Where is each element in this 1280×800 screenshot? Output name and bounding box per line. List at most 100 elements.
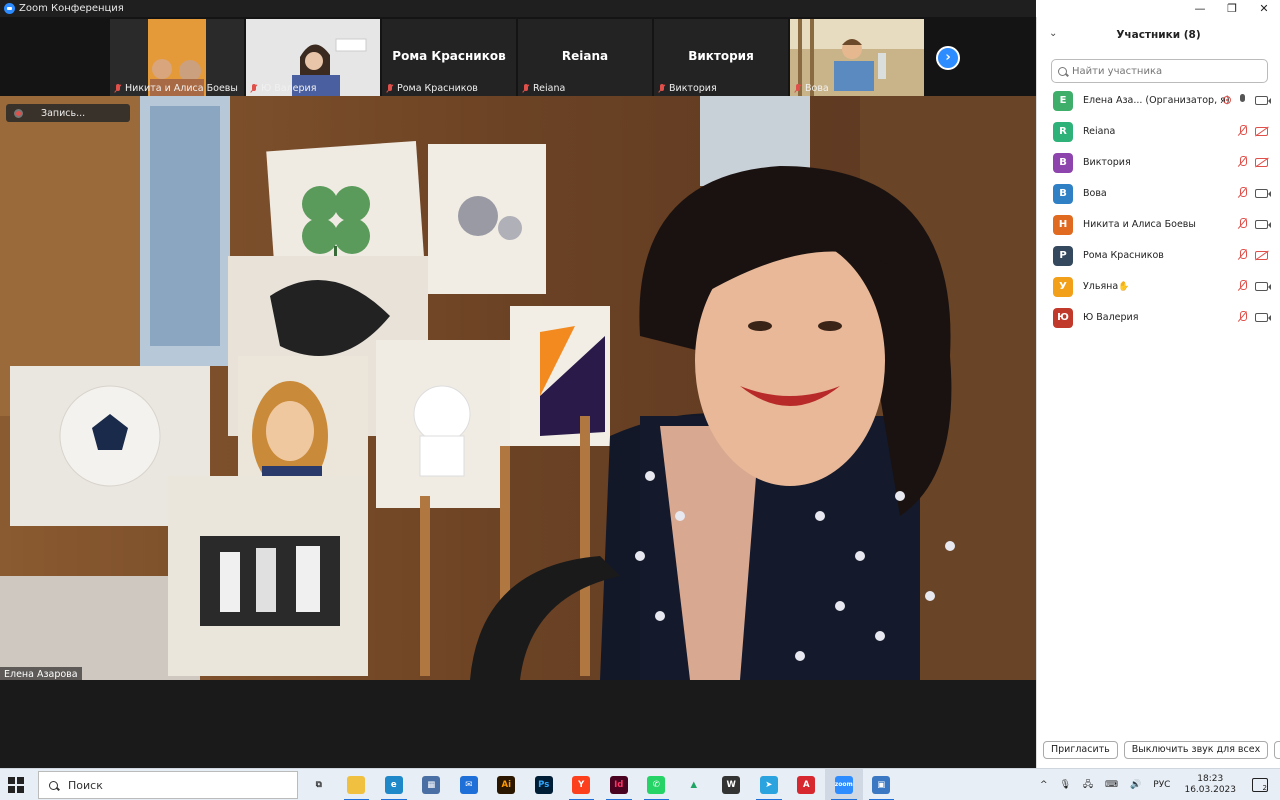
taskbar-app-illustrator[interactable]: Ai: [488, 769, 526, 800]
taskbar-app-acrobat[interactable]: A: [788, 769, 826, 800]
word-app-icon: W: [722, 776, 741, 794]
mic-muted-icon: [794, 84, 802, 93]
clock[interactable]: 18:23 16.03.2023: [1184, 774, 1236, 796]
calculator-icon: ▦: [422, 776, 441, 794]
participant-search-input[interactable]: [1072, 65, 1252, 77]
file-explorer-icon: [347, 776, 366, 794]
close-button[interactable]: ✕: [1248, 2, 1280, 15]
taskbar-app-whatsapp[interactable]: ✆: [638, 769, 676, 800]
avatar: R: [1053, 121, 1073, 142]
participant-status-icons: [1237, 187, 1271, 199]
participants-list: Е Елена Аза... (Организатор, я) R Reiana В Ви…: [1037, 85, 1280, 333]
participant-row[interactable]: Р Рома Красников: [1037, 240, 1280, 271]
taskbar-apps: ⧉ e ▦ ✉ Ai Ps Y Id ✆ ▲ W ➤ Azoom ▣: [300, 769, 900, 800]
microphone-muted-icon[interactable]: [1237, 187, 1247, 199]
participant-row[interactable]: R Reiana: [1037, 116, 1280, 147]
speaker-video-frame: [0, 96, 1036, 680]
show-hidden-icons-icon[interactable]: ^: [1040, 780, 1048, 790]
participant-name: Reiana: [1083, 126, 1116, 137]
microphone-muted-icon[interactable]: [1237, 311, 1247, 323]
participant-name: Рома Красников: [1083, 250, 1164, 261]
participant-row[interactable]: В Виктория: [1037, 147, 1280, 178]
microphone-muted-icon[interactable]: [1237, 125, 1247, 137]
camera-off-icon[interactable]: [1255, 157, 1268, 167]
illustrator-icon: Ai: [497, 776, 516, 794]
microphone-icon[interactable]: [1237, 94, 1247, 106]
participant-row[interactable]: Ю Ю Валерия: [1037, 302, 1280, 333]
taskbar-app-edge[interactable]: e: [375, 769, 413, 800]
participant-row[interactable]: В Вова: [1037, 178, 1280, 209]
avatar: У: [1053, 276, 1073, 297]
tile-label: Рома Красников: [386, 83, 478, 94]
taskbar-app-photoshop[interactable]: Ps: [525, 769, 563, 800]
taskbar-app-word-app[interactable]: W: [713, 769, 751, 800]
active-speaker-video[interactable]: Запись...: [0, 96, 1036, 680]
camera-off-icon[interactable]: [1255, 250, 1268, 260]
microphone-muted-icon[interactable]: [1237, 218, 1247, 230]
zoom-window: Zoom Конференция — ❐ ✕ Никита и Алиса Бо…: [0, 0, 1280, 800]
minimize-button[interactable]: —: [1184, 2, 1216, 15]
microphone-muted-icon[interactable]: [1237, 280, 1247, 292]
participant-status-icons: [1237, 125, 1268, 137]
taskbar-search[interactable]: Поиск: [38, 771, 298, 799]
microphone-icon[interactable]: 🎙: [1060, 780, 1071, 790]
taskbar-app-indesign[interactable]: Id: [600, 769, 638, 800]
keyboard-icon[interactable]: ⌨: [1105, 780, 1118, 790]
record-icon: [14, 108, 23, 118]
taskbar-app-file-explorer[interactable]: [338, 769, 376, 800]
next-page-button[interactable]: ›: [936, 46, 960, 70]
windows-taskbar: Поиск ⧉ e ▦ ✉ Ai Ps Y Id ✆ ▲ W ➤ Azoom ▣ ^ 🎙 🖧 ⌨ 🔊 РУ…: [0, 768, 1280, 800]
language-indicator[interactable]: РУС: [1153, 780, 1170, 790]
video-tile[interactable]: Reiana Reiana: [518, 19, 652, 96]
participant-name: Ю Валерия: [1083, 312, 1139, 323]
participants-panel: ⌄ Участники (8) Е Елена Аза... (Организат…: [1036, 17, 1280, 768]
camera-icon[interactable]: [1255, 95, 1271, 105]
mute-all-button[interactable]: Выключить звук для всех: [1123, 741, 1269, 759]
taskbar-app-telegram[interactable]: ➤: [750, 769, 788, 800]
taskbar-app-google-drive[interactable]: ▲: [675, 769, 713, 800]
zoom-logo-icon: [4, 3, 15, 14]
taskbar-app-mail[interactable]: ✉: [450, 769, 488, 800]
microphone-muted-icon[interactable]: [1237, 156, 1247, 168]
invite-button[interactable]: Пригласить: [1043, 741, 1118, 759]
volume-icon[interactable]: 🔊: [1130, 780, 1141, 790]
taskbar-search-label: Поиск: [68, 778, 103, 792]
recording-indicator[interactable]: Запись...: [6, 104, 130, 122]
video-tile[interactable]: Ю Валерия: [246, 19, 380, 96]
restore-button[interactable]: ❐: [1216, 2, 1248, 15]
participant-row[interactable]: Е Елена Аза... (Организатор, я): [1037, 85, 1280, 116]
camera-icon[interactable]: [1255, 312, 1271, 322]
clock-time: 18:23: [1197, 774, 1224, 784]
participant-row[interactable]: Н Никита и Алиса Боевы: [1037, 209, 1280, 240]
camera-icon[interactable]: [1255, 188, 1271, 198]
mic-muted-icon: [658, 84, 666, 93]
taskbar-app-zoom[interactable]: zoom: [825, 769, 863, 800]
participant-search[interactable]: [1051, 59, 1268, 83]
network-icon[interactable]: 🖧: [1083, 777, 1093, 793]
participants-header: ⌄ Участники (8): [1037, 17, 1280, 53]
video-tile[interactable]: Виктория Виктория: [654, 19, 788, 96]
taskbar-app-photos[interactable]: ▣: [863, 769, 901, 800]
more-options-button[interactable]: ···: [1274, 741, 1280, 759]
start-button[interactable]: [8, 777, 24, 793]
search-icon: [49, 780, 58, 790]
mic-muted-icon: [522, 84, 530, 93]
microphone-muted-icon[interactable]: [1237, 249, 1247, 261]
raised-hand-icon: ✋: [1118, 281, 1130, 292]
collapse-chevron-icon[interactable]: ⌄: [1049, 28, 1057, 39]
video-tile[interactable]: Никита и Алиса Боевы: [110, 19, 244, 96]
camera-icon[interactable]: [1255, 219, 1271, 229]
taskbar-app-calculator[interactable]: ▦: [413, 769, 451, 800]
notifications-icon[interactable]: 2: [1252, 778, 1268, 792]
avatar: В: [1053, 183, 1073, 204]
taskbar-app-yandex[interactable]: Y: [563, 769, 601, 800]
taskbar-app-task-view[interactable]: ⧉: [300, 769, 338, 800]
tile-label: Никита и Алиса Боевы: [114, 83, 238, 94]
camera-icon[interactable]: [1255, 281, 1271, 291]
participant-name: Елена Аза... (Организатор, я): [1083, 95, 1230, 106]
yandex-icon: Y: [572, 776, 591, 794]
participant-row[interactable]: У Ульяна ✋: [1037, 271, 1280, 302]
video-tile[interactable]: Вова: [790, 19, 924, 96]
camera-off-icon[interactable]: [1255, 126, 1268, 136]
video-tile[interactable]: Рома Красников Рома Красников: [382, 19, 516, 96]
